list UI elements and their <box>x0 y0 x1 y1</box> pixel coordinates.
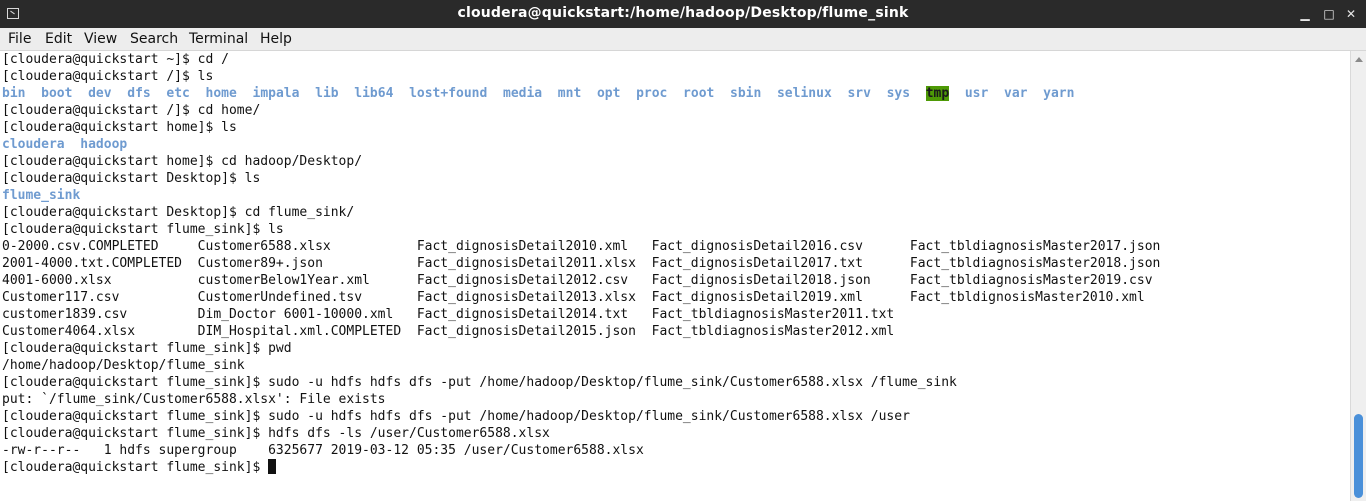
terminal-line: bin boot dev dfs etc home impala lib lib… <box>2 85 1074 102</box>
terminal-line: [cloudera@quickstart ~]$ cd / <box>2 52 229 67</box>
terminal-line: [cloudera@quickstart flume_sink]$ sudo -… <box>2 375 957 390</box>
terminal-line: /home/hadoop/Desktop/flume_sink <box>2 358 245 373</box>
window-title: cloudera@quickstart:/home/hadoop/Desktop… <box>457 5 909 21</box>
terminal-line: [cloudera@quickstart flume_sink]$ <box>2 459 277 476</box>
directory-entry: selinux <box>776 86 832 101</box>
directory-entry: var <box>1004 86 1028 101</box>
directory-entry: opt <box>596 86 621 101</box>
directory-entry: lib <box>315 86 339 101</box>
directory-entry: root <box>683 86 715 101</box>
directory-entry: lost+found <box>409 86 488 101</box>
directory-entry: cloudera <box>2 137 65 152</box>
directory-entry: mnt <box>557 86 582 101</box>
terminal-line: [cloudera@quickstart /]$ cd home/ <box>2 103 261 118</box>
menu-edit[interactable]: Edit <box>45 31 72 47</box>
minimize-icon[interactable]: ▁ <box>1296 6 1314 22</box>
menu-file[interactable]: File <box>8 31 31 47</box>
directory-entry: proc <box>636 86 668 101</box>
directory-entry: dfs <box>127 86 151 101</box>
directory-entry: media <box>503 86 543 101</box>
directory-entry: boot <box>41 86 73 101</box>
terminal-line: cloudera hadoop <box>2 136 127 153</box>
directory-entry: hadoop <box>80 137 128 152</box>
terminal-output[interactable]: [cloudera@quickstart ~]$ cd / [cloudera@q… <box>0 51 1350 501</box>
directory-entry: usr <box>964 86 989 101</box>
directory-entry: tmp <box>925 86 950 101</box>
close-icon[interactable]: ✕ <box>1342 6 1360 22</box>
terminal-line: [cloudera@quickstart flume_sink]$ hdfs d… <box>2 426 550 441</box>
directory-entry: srv <box>847 86 871 101</box>
scroll-up-icon[interactable] <box>1355 57 1363 62</box>
terminal-line: [cloudera@quickstart home]$ cd hadoop/De… <box>2 154 363 169</box>
directory-entry: bin <box>2 86 26 101</box>
directory-entry: etc <box>166 86 190 101</box>
title-bar: cloudera@quickstart:/home/hadoop/Desktop… <box>0 0 1366 28</box>
directory-entry: impala <box>252 86 300 101</box>
terminal-line: [cloudera@quickstart Desktop]$ ls <box>2 171 261 186</box>
terminal-cursor <box>268 459 277 474</box>
maximize-icon[interactable]: □ <box>1320 6 1338 22</box>
menu-terminal[interactable]: Terminal <box>189 31 248 47</box>
terminal-line: Customer4064.xlsx DIM_Hospital.xml.COMPL… <box>2 324 895 339</box>
terminal-line: [cloudera@quickstart flume_sink]$ sudo -… <box>2 409 910 424</box>
directory-entry: yarn <box>1043 86 1075 101</box>
vertical-scrollbar[interactable] <box>1350 51 1366 501</box>
scrollbar-thumb[interactable] <box>1354 414 1363 498</box>
terminal-line: -rw-r--r-- 1 hdfs supergroup 6325677 201… <box>2 443 644 458</box>
terminal-line: 4001-6000.xlsx customerBelow1Year.xml Fa… <box>2 273 1153 288</box>
menu-help[interactable]: Help <box>260 31 292 47</box>
terminal-line: customer1839.csv Dim_Doctor 6001-10000.x… <box>2 307 895 322</box>
directory-entry: dev <box>88 86 112 101</box>
terminal-line: flume_sink <box>2 187 80 204</box>
directory-entry: flume_sink <box>2 188 81 203</box>
directory-entry: lib64 <box>354 86 394 101</box>
directory-entry: home <box>205 86 237 101</box>
menu-search[interactable]: Search <box>130 31 178 47</box>
terminal-line: [cloudera@quickstart home]$ ls <box>2 120 237 135</box>
terminal-line: [cloudera@quickstart /]$ ls <box>2 69 214 84</box>
terminal-line: [cloudera@quickstart flume_sink]$ pwd <box>2 341 292 356</box>
terminal-line: 0-2000.csv.COMPLETED Customer6588.xlsx F… <box>2 239 1161 254</box>
directory-entry: sbin <box>730 86 762 101</box>
terminal-line: [cloudera@quickstart flume_sink]$ ls <box>2 222 284 237</box>
terminal-line: Customer117.csv CustomerUndefined.tsv Fa… <box>2 290 1145 305</box>
directory-entry: sys <box>886 86 911 101</box>
menu-view[interactable]: View <box>84 31 117 47</box>
terminal-line: put: `/flume_sink/Customer6588.xlsx': Fi… <box>2 392 386 407</box>
terminal-line: 2001-4000.txt.COMPLETED Customer89+.json… <box>2 256 1161 271</box>
terminal-line: [cloudera@quickstart Desktop]$ cd flume_… <box>2 205 355 220</box>
menu-bar: File Edit View Search Terminal Help <box>0 28 1366 51</box>
